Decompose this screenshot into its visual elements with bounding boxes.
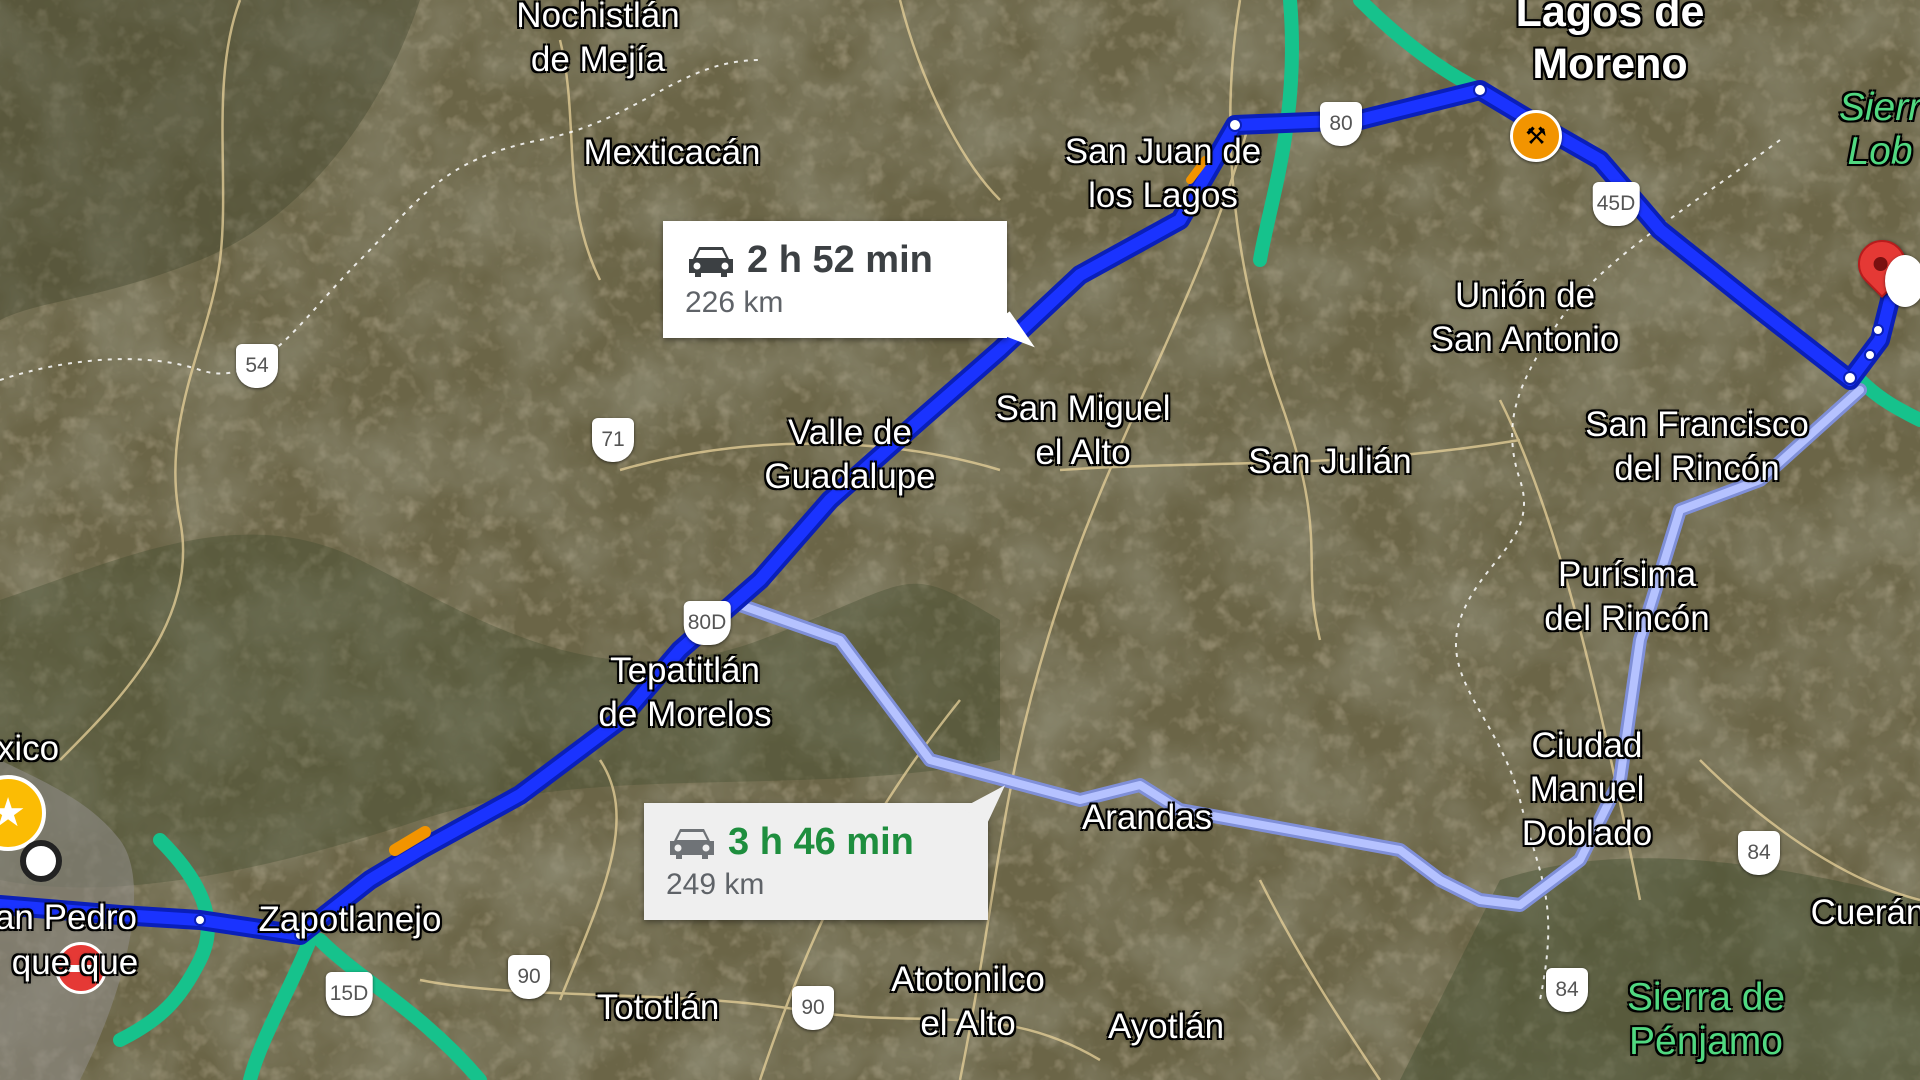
highway-shield-90-b: 90	[792, 986, 834, 1030]
place-ayotlan: Ayotlán	[1107, 1007, 1225, 1046]
place-tepatitlan: Tepatitlán de Morelos	[598, 651, 772, 734]
route-callout-main[interactable]: 2 h 52 min 226 km	[663, 221, 1035, 365]
place-cueran: Cuerán	[1810, 893, 1920, 932]
place-arandas: Arandas	[1081, 798, 1213, 837]
highway-shield-45d: 45D	[1592, 182, 1640, 226]
highway-shield-80d: 80D	[683, 601, 731, 645]
place-lagos-de-moreno: Lagos de Moreno	[1515, 0, 1705, 88]
place-san-pedro: an Pedro	[0, 898, 138, 937]
place-marker-icon[interactable]	[1885, 255, 1920, 307]
place-sierra-de-penjamo: Sierra de Pénjamo	[1626, 976, 1786, 1063]
route-time-alternate: 3 h 46 min	[728, 821, 914, 863]
place-purisima-del-rincon: Purísima del Rincón	[1544, 555, 1710, 638]
route-time-main: 2 h 52 min	[747, 239, 933, 281]
place-union-de-san-antonio: Unión de San Antonio	[1430, 276, 1620, 359]
route-distance-alternate: 249 km	[666, 868, 765, 901]
place-tlaquepaque: que que	[11, 943, 139, 982]
place-san-juan-de-los-lagos: San Juan de los Lagos	[1064, 132, 1262, 215]
place-tototlan: Tototlán	[596, 988, 720, 1027]
highway-shield-71: 71	[592, 418, 634, 462]
place-zapotlanejo: Zapotlanejo	[258, 900, 442, 939]
route-callout-alternate[interactable]: 3 h 46 min 249 km	[644, 772, 1006, 920]
route-distance-main: 226 km	[685, 286, 784, 319]
construction-icon[interactable]: ⚒	[1510, 110, 1562, 162]
place-valle-de-guadalupe: Valle de Guadalupe	[764, 413, 936, 496]
highway-shield-84-a: 84	[1738, 831, 1780, 875]
place-atotonilco: Atotonilco el Alto	[891, 960, 1045, 1043]
place-xico: xico	[0, 729, 60, 768]
location-marker-icon[interactable]	[20, 840, 62, 882]
place-san-julian: San Julián	[1248, 442, 1412, 481]
place-san-francisco-del-rincon: San Francisco del Rincón	[1585, 405, 1809, 488]
car-icon	[689, 246, 733, 277]
place-nochistlan: Nochistlán de Mejía	[516, 0, 680, 79]
highway-shield-80: 80	[1320, 102, 1362, 146]
place-mexticacan: Mexticacán	[583, 133, 761, 172]
highway-shield-84-b: 84	[1546, 968, 1588, 1012]
place-ciudad-manuel-doblado: Ciudad Manuel Doblado	[1521, 726, 1653, 853]
highway-shield-15d: 15D	[325, 972, 373, 1016]
place-san-miguel-el-alto: San Miguel el Alto	[995, 389, 1171, 472]
highway-shield-90-a: 90	[508, 955, 550, 999]
car-icon	[670, 828, 714, 859]
highway-shield-54: 54	[236, 344, 278, 388]
place-sierra-lobos: Sierr Lob	[1838, 86, 1920, 173]
